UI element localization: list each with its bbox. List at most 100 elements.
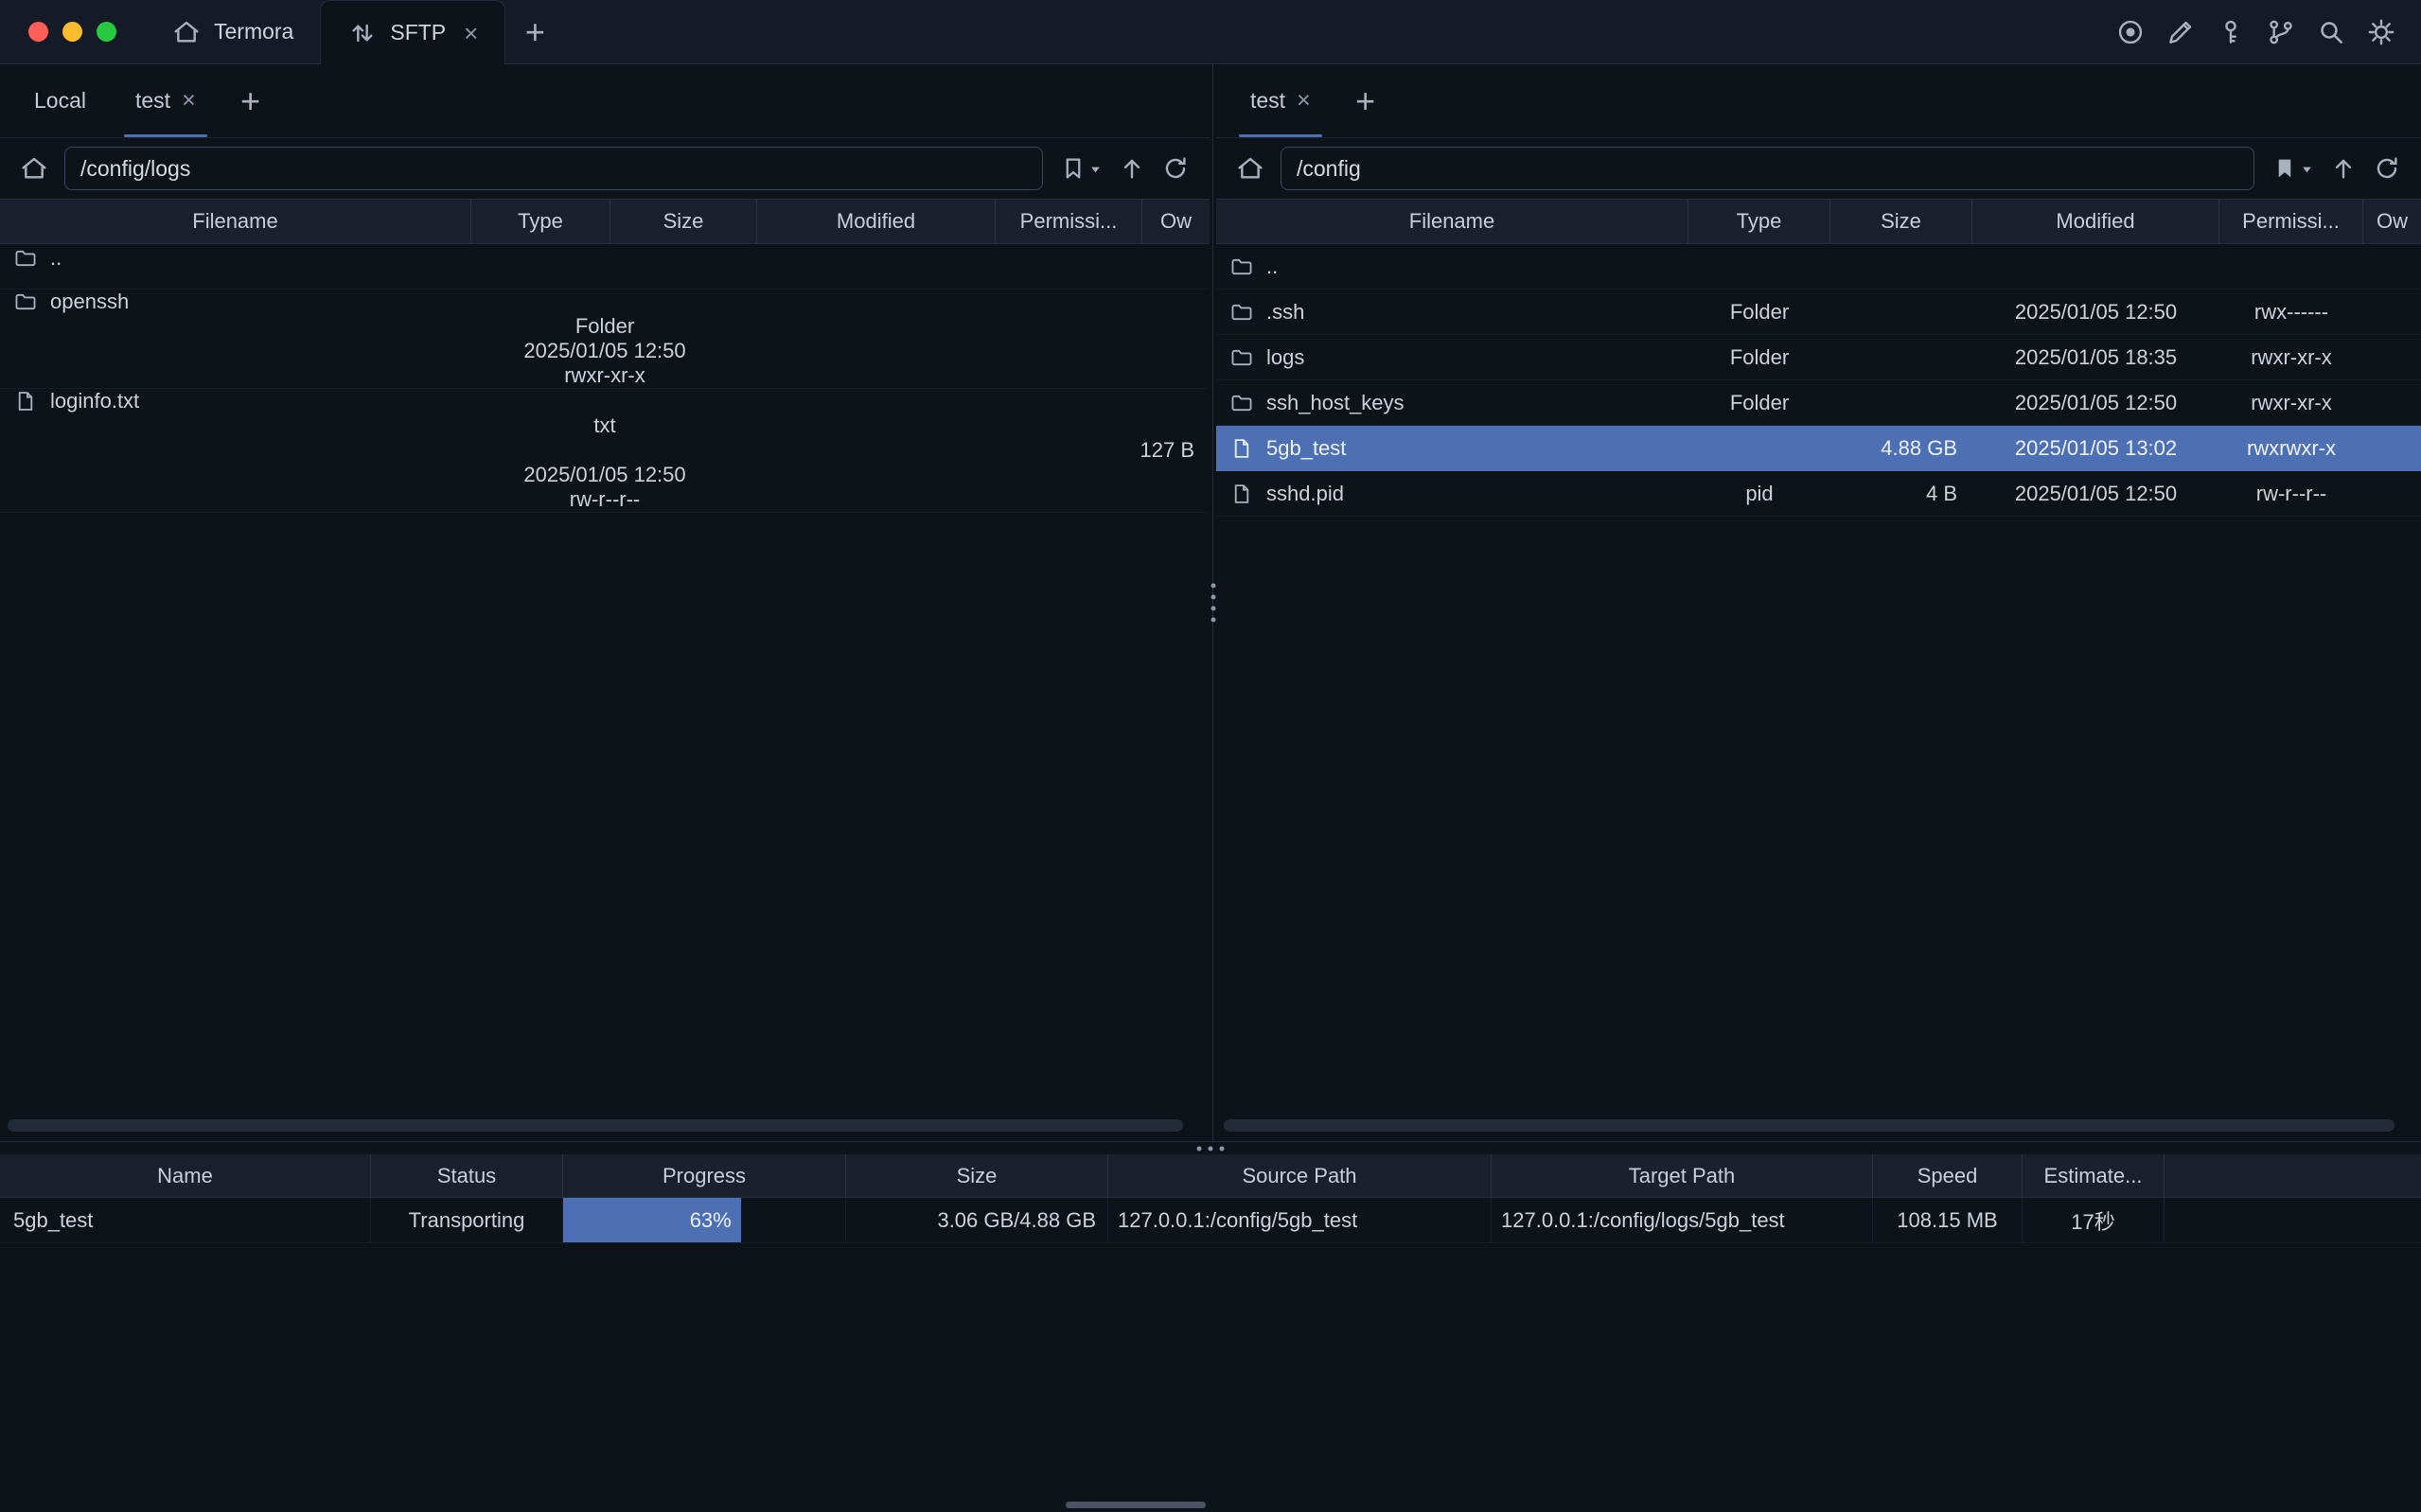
new-pane-tab-button[interactable]: +	[1335, 64, 1396, 137]
close-window-button[interactable]	[28, 22, 48, 42]
filename: ssh_host_keys	[1266, 391, 1405, 415]
path-input[interactable]	[64, 147, 1043, 190]
table-row[interactable]: openssh Folder 2025/01/05 12:50 rwxr-xr-…	[0, 290, 1210, 389]
file-modified: 2025/01/05 18:35	[1972, 335, 2219, 379]
file-permissions	[2219, 244, 2363, 289]
column-header-size[interactable]: Size	[1830, 200, 1972, 243]
file-type	[1688, 426, 1830, 470]
home-icon[interactable]	[1229, 148, 1271, 189]
minimize-window-button[interactable]	[62, 22, 82, 42]
transfers-divider[interactable]	[0, 1141, 2421, 1154]
transfers-empty-area	[0, 1243, 2421, 1512]
file-owner	[0, 286, 1210, 290]
file-permissions: rwxr-xr-x	[2219, 335, 2363, 379]
close-tab-icon[interactable]: ×	[464, 21, 478, 45]
filename: loginfo.txt	[50, 389, 139, 413]
column-header-source-path[interactable]: Source Path	[1108, 1154, 1492, 1197]
horizontal-scrollbar-thumb[interactable]	[1066, 1502, 1206, 1508]
file-permissions: rw-r--r--	[2219, 471, 2363, 516]
file-type: Folder	[1688, 290, 1830, 334]
column-header-filename[interactable]: Filename	[1216, 200, 1688, 243]
column-header-estimate[interactable]: Estimate...	[2023, 1154, 2165, 1197]
column-header-owner[interactable]: Ow	[1142, 200, 1210, 243]
file-permissions: rwxr-xr-x	[2219, 380, 2363, 425]
column-header-modified[interactable]: Modified	[757, 200, 996, 243]
left-pathbar	[0, 138, 1210, 199]
window-controls	[0, 0, 145, 63]
titlebar-actions	[2115, 0, 2421, 63]
filename: logs	[1266, 345, 1304, 370]
branch-icon[interactable]	[2266, 17, 2296, 47]
parent-directory-icon[interactable]	[2323, 148, 2364, 189]
bookmark-filled-icon[interactable]	[2264, 148, 2321, 189]
table-row[interactable]: ..	[1216, 244, 2421, 290]
transfer-row[interactable]: 5gb_test Transporting 63% 3.06 GB/4.88 G…	[0, 1198, 2421, 1243]
close-tab-icon[interactable]: ×	[1297, 89, 1311, 113]
column-header-filename[interactable]: Filename	[0, 200, 471, 243]
file-type	[1688, 244, 1830, 289]
column-header-permissions[interactable]: Permissi...	[2219, 200, 2363, 243]
table-row[interactable]: loginfo.txt txt 127 B 2025/01/05 12:50 r…	[0, 389, 1210, 513]
column-header-type[interactable]: Type	[471, 200, 610, 243]
table-row[interactable]: logs Folder 2025/01/05 18:35 rwxr-xr-x	[1216, 335, 2421, 380]
filename: ..	[1266, 255, 1278, 279]
divider-handle[interactable]	[1210, 584, 1215, 623]
column-header-modified[interactable]: Modified	[1972, 200, 2219, 243]
divider-handle[interactable]	[1197, 1146, 1225, 1151]
tab-sftp-label: SFTP	[390, 20, 446, 45]
edit-icon[interactable]	[2165, 17, 2196, 47]
table-row[interactable]: ssh_host_keys Folder 2025/01/05 12:50 rw…	[1216, 380, 2421, 426]
record-icon[interactable]	[2115, 17, 2146, 47]
transfer-target-path: 127.0.0.1:/config/logs/5gb_test	[1492, 1198, 1873, 1242]
tab-termora[interactable]: Termora	[145, 0, 320, 63]
refresh-icon[interactable]	[1155, 148, 1196, 189]
tab-test-right[interactable]: test ×	[1226, 64, 1335, 137]
new-tab-button[interactable]: +	[505, 0, 564, 63]
column-header-name[interactable]: Name	[0, 1154, 371, 1197]
table-row[interactable]: ..	[0, 244, 1210, 290]
column-header-owner[interactable]: Ow	[2363, 200, 2421, 243]
column-header-size[interactable]: Size	[610, 200, 757, 243]
file-permissions: rwx------	[2219, 290, 2363, 334]
column-header-permissions[interactable]: Permissi...	[996, 200, 1142, 243]
search-icon[interactable]	[2316, 17, 2346, 47]
termora-window: Termora SFTP × +	[0, 0, 2421, 1512]
transfers-table-header: Name Status Progress Size Source Path Ta…	[0, 1154, 2421, 1198]
column-header-size[interactable]: Size	[846, 1154, 1108, 1197]
progress-fill: 63%	[563, 1198, 741, 1242]
table-row[interactable]: sshd.pid pid 4 B 2025/01/05 12:50 rw-r--…	[1216, 471, 2421, 517]
spacer	[2165, 1198, 2421, 1242]
horizontal-scrollbar[interactable]	[1224, 1119, 2394, 1132]
transfer-speed: 108.15 MB	[1873, 1198, 2023, 1242]
chevron-down-icon	[2300, 162, 2314, 176]
pane-divider[interactable]	[1210, 64, 1216, 1141]
column-header-type[interactable]: Type	[1688, 200, 1830, 243]
close-tab-icon[interactable]: ×	[182, 89, 196, 113]
table-row[interactable]: .ssh Folder 2025/01/05 12:50 rwx------	[1216, 290, 2421, 335]
tab-local[interactable]: Local	[9, 64, 111, 137]
home-icon[interactable]	[13, 148, 55, 189]
refresh-icon[interactable]	[2366, 148, 2408, 189]
file-owner	[2363, 380, 2421, 425]
file-owner	[2363, 471, 2421, 516]
titlebar: Termora SFTP × +	[0, 0, 2421, 64]
bookmark-icon[interactable]	[1052, 148, 1109, 189]
tab-sftp[interactable]: SFTP ×	[320, 0, 505, 64]
column-header-target-path[interactable]: Target Path	[1492, 1154, 1873, 1197]
column-header-progress[interactable]: Progress	[563, 1154, 846, 1197]
file-modified: 2025/01/05 12:50	[0, 463, 1210, 487]
file-modified	[1972, 244, 2219, 289]
column-header-status[interactable]: Status	[371, 1154, 563, 1197]
file-size: 4 B	[1830, 471, 1972, 516]
path-input[interactable]	[1281, 147, 2254, 190]
column-header-speed[interactable]: Speed	[1873, 1154, 2023, 1197]
sftp-arrows-icon	[347, 18, 378, 48]
tab-test-left[interactable]: test ×	[111, 64, 221, 137]
settings-gear-icon[interactable]	[2366, 17, 2396, 47]
table-row-selected[interactable]: 5gb_test 4.88 GB 2025/01/05 13:02 rwxrwx…	[1216, 426, 2421, 471]
horizontal-scrollbar[interactable]	[8, 1119, 1183, 1132]
key-icon[interactable]	[2216, 17, 2246, 47]
zoom-window-button[interactable]	[97, 22, 116, 42]
new-pane-tab-button[interactable]: +	[221, 64, 281, 137]
parent-directory-icon[interactable]	[1111, 148, 1153, 189]
